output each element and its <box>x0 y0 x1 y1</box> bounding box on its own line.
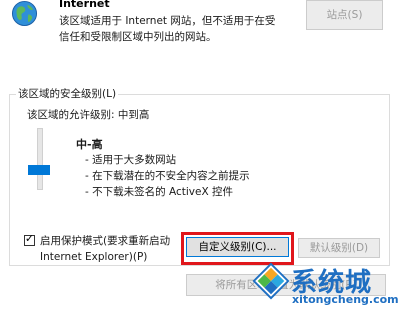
zone-description: 该区域适用于 Internet 网站，但不适用于在受信任和受限制区域中列出的网站… <box>59 15 276 43</box>
level-bullet: - 不下载未签名的 ActiveX 控件 <box>85 186 233 198</box>
level-bullet: - 适用于大多数网站 <box>85 154 177 166</box>
highlight-frame <box>181 232 294 265</box>
security-level-slider-thumb[interactable] <box>28 165 50 175</box>
security-level-group-label: 该区域的安全级别(L) <box>16 86 119 101</box>
security-level-slider-track[interactable] <box>37 128 43 190</box>
protected-mode-label[interactable]: 启用保护模式(要求重新启动 Internet Explorer)(P) <box>40 233 185 265</box>
default-level-button[interactable]: 默认级别(D) <box>298 238 380 258</box>
security-level-name: 中-高 <box>76 138 103 151</box>
watermark-brand-en: xitongcheng.com <box>292 293 399 306</box>
globe-icon <box>11 0 38 27</box>
sites-button[interactable]: 站点(S) <box>306 0 383 30</box>
zone-title: Internet <box>59 0 110 10</box>
watermark-logo-icon <box>252 262 290 300</box>
allowed-levels-text: 该区域的允许级别: 中到高 <box>27 109 150 121</box>
security-level-description: - 适用于大多数网站 - 在下载潜在的不安全内容之前提示 - 不下载未签名的 A… <box>85 152 250 200</box>
checkmark-icon: ✓ <box>24 232 35 245</box>
level-bullet: - 在下载潜在的不安全内容之前提示 <box>85 170 250 182</box>
